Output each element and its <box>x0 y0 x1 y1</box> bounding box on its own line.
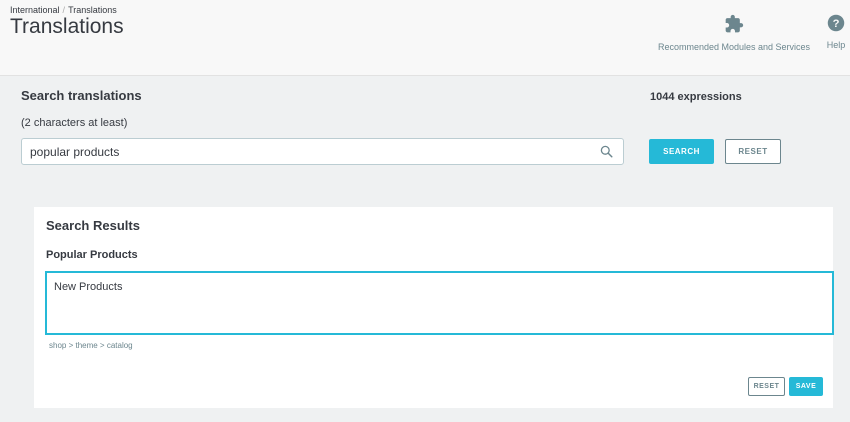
breadcrumb: International / Translations <box>10 5 117 15</box>
translation-textarea[interactable]: New Products <box>47 273 832 333</box>
reset-button[interactable]: Reset <box>725 139 781 164</box>
search-field[interactable] <box>21 138 624 165</box>
translation-save-button[interactable]: Save <box>789 377 823 396</box>
search-hint: (2 characters at least) <box>21 117 128 129</box>
translation-reset-button[interactable]: Reset <box>748 377 785 396</box>
svg-text:?: ? <box>833 18 840 30</box>
search-button[interactable]: Search <box>649 139 714 164</box>
help-label: Help <box>826 40 846 50</box>
breadcrumb-item-international[interactable]: International <box>10 5 60 15</box>
page-title: Translations <box>10 15 124 38</box>
page-header: International / Translations Translations … <box>0 0 850 76</box>
search-results-panel: Search Results Popular Products New Prod… <box>34 207 834 408</box>
search-input[interactable] <box>22 139 608 164</box>
help-icon: ? <box>824 14 848 34</box>
search-results-title: Search Results <box>46 218 140 233</box>
translation-domain-path: shop > theme > catalog <box>49 341 133 350</box>
breadcrumb-item-translations[interactable]: Translations <box>68 5 117 15</box>
translation-source-label: Popular Products <box>46 249 138 261</box>
breadcrumb-separator: / <box>62 5 66 15</box>
search-icon[interactable] <box>600 145 613 163</box>
recommended-modules-label: Recommended Modules and Services <box>657 42 811 52</box>
recommended-modules-button[interactable]: Recommended Modules and Services <box>650 14 818 52</box>
search-section-title: Search translations <box>21 88 142 103</box>
help-button[interactable]: ? Help <box>824 14 848 50</box>
puzzle-icon <box>650 14 818 36</box>
expressions-count: 1044 expressions <box>650 91 742 103</box>
translation-field[interactable]: New Products <box>45 271 834 335</box>
